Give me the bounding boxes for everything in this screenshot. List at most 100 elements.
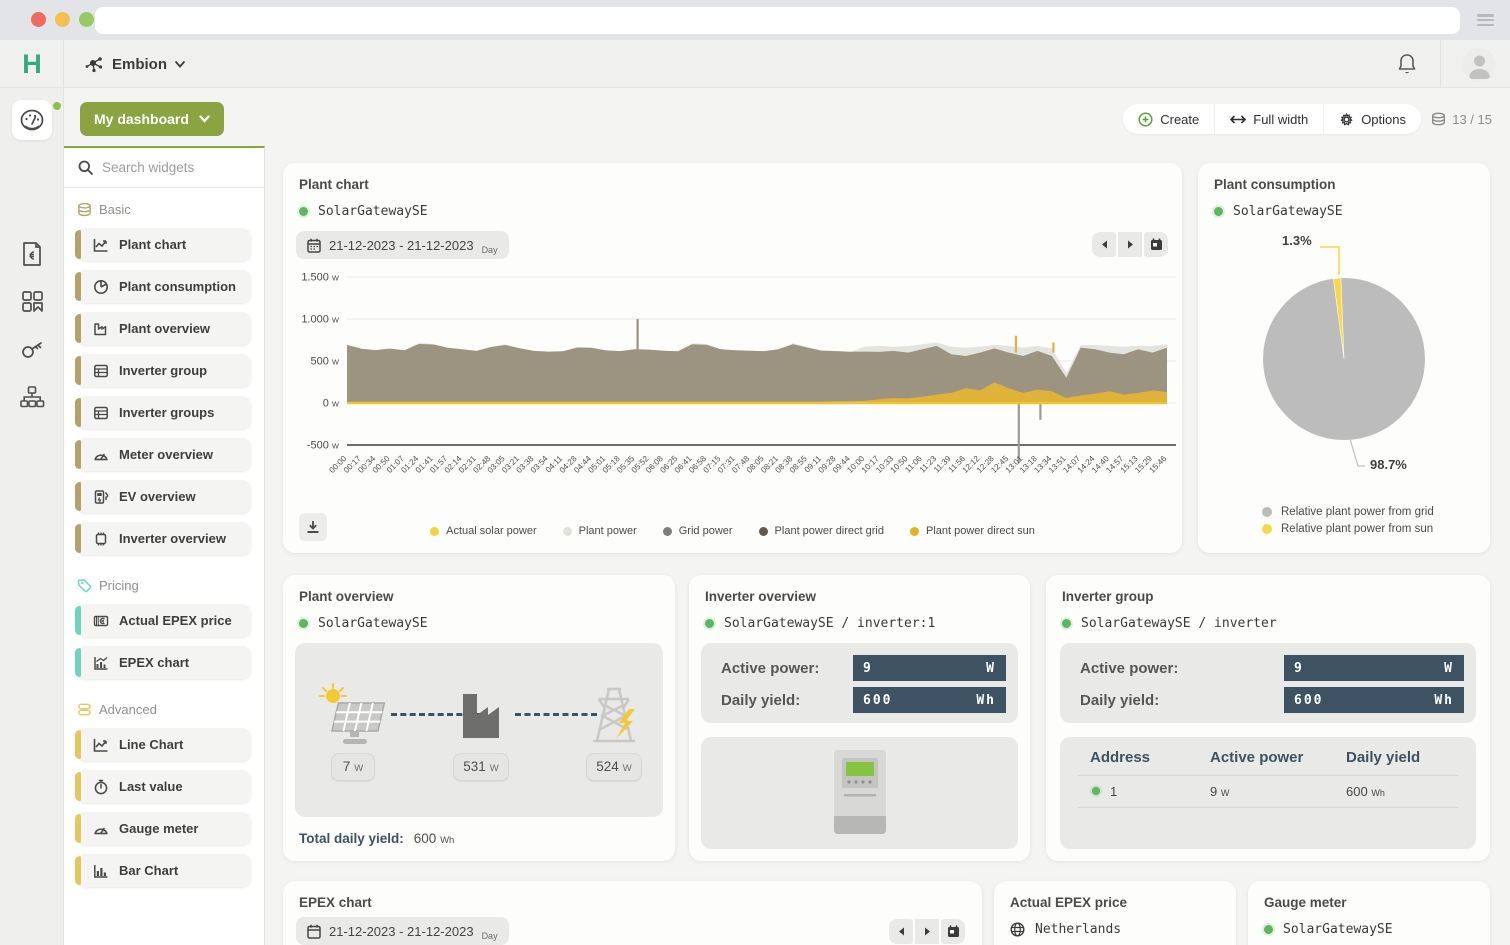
total-daily-yield-value: 600 Wh — [414, 831, 455, 846]
user-avatar[interactable] — [1463, 48, 1496, 81]
widget-card-inverter-groups[interactable]: Inverter groups — [77, 396, 251, 429]
window-zoom-button[interactable] — [79, 12, 94, 27]
widget-card-line-chart[interactable]: Line Chart — [77, 728, 251, 761]
window-minimize-button[interactable] — [55, 12, 70, 27]
widget-card-meter-overview[interactable]: Meter overview — [77, 438, 251, 471]
svg-text:15:46: 15:46 — [1148, 454, 1169, 475]
date-range-picker[interactable]: 21-12-2023 - 21-12-2023 Day — [296, 231, 509, 259]
nav-invoices[interactable] — [0, 240, 64, 268]
nav-dashboard-active[interactable] — [12, 100, 52, 140]
chart-pie-icon — [93, 279, 109, 295]
table-header-active-power: Active power — [1210, 749, 1303, 766]
download-chart-button[interactable] — [299, 513, 327, 541]
sitemap-icon — [18, 384, 46, 410]
options-button[interactable]: Options — [1324, 104, 1421, 134]
svg-text:-500 W: -500 W — [307, 440, 340, 452]
dashboard-selector-button[interactable]: My dashboard — [80, 102, 224, 136]
widget-card-inverter-overview[interactable]: Inverter overview — [77, 522, 251, 555]
nav-modules[interactable] — [0, 288, 64, 314]
pie-legend-item[interactable]: Relative plant power from grid — [1262, 506, 1434, 518]
card-accent — [75, 524, 81, 553]
arrow-right-icon — [924, 927, 931, 936]
table-icon — [93, 405, 109, 421]
legend-item[interactable]: Plant power — [563, 525, 637, 537]
widget-card-plant-chart[interactable]: Plant chart — [77, 228, 251, 261]
region-name: Netherlands — [1035, 922, 1121, 937]
granularity-label: Day — [482, 931, 498, 941]
widget-card-last-value[interactable]: Last value — [77, 770, 251, 803]
app-header: H Embion — [0, 40, 1510, 88]
globe-icon — [1010, 922, 1025, 937]
widget-card-label: Plant overview — [119, 321, 210, 336]
calendar-button[interactable] — [1144, 232, 1168, 257]
full-width-button[interactable]: Full width — [1215, 104, 1324, 134]
nav-access-keys[interactable] — [0, 336, 64, 363]
nav-hierarchy[interactable] — [0, 384, 64, 410]
consumption-pie-chart[interactable] — [1198, 229, 1490, 489]
widget-card-gauge-meter[interactable]: Gauge meter — [77, 812, 251, 845]
widget-card-ev-overview[interactable]: EV overview — [77, 480, 251, 513]
table-divider — [1078, 807, 1458, 808]
device-name: SolarGatewaySE / inverter — [1081, 616, 1277, 631]
card-accent — [75, 272, 81, 301]
daily-yield-value: 600Wh — [1284, 687, 1464, 713]
browser-menu-icon[interactable] — [1477, 14, 1494, 26]
calendar-button[interactable] — [941, 919, 965, 944]
pie-legend-item[interactable]: Relative plant power from sun — [1262, 523, 1433, 535]
widget-card-epex-chart[interactable]: EPEX chart — [77, 646, 251, 679]
pie-legend: Relative plant power from grid Relative p… — [1198, 506, 1490, 535]
window-close-button[interactable] — [31, 12, 46, 27]
widget-card-inverter-group[interactable]: Inverter group — [77, 354, 251, 387]
widget-card-label: Last value — [119, 779, 183, 794]
legend-item[interactable]: Grid power — [663, 525, 733, 537]
chart-line-icon — [93, 237, 109, 253]
app-logo[interactable]: H — [0, 40, 64, 88]
person-icon — [1467, 52, 1492, 79]
notifications-bell-icon[interactable] — [1396, 52, 1418, 76]
table-divider — [1078, 775, 1458, 776]
next-period-button[interactable] — [915, 919, 939, 944]
row-status-dot — [1092, 787, 1100, 795]
widget-count-label: 13 / 15 — [1452, 112, 1492, 127]
group-values-panel: Active power: 9W Daily yield: 600Wh — [1060, 643, 1476, 723]
dashboard-gauge-icon — [19, 107, 45, 133]
gauge-icon — [93, 447, 109, 463]
plant-power-area-chart[interactable]: 1.500 W1.000 W500 W0 W-500 W00:0000:1700… — [291, 273, 1181, 505]
card-accent — [75, 772, 81, 801]
next-period-button[interactable] — [1118, 232, 1142, 257]
tag-icon — [77, 578, 92, 593]
svg-text:500 W: 500 W — [310, 356, 339, 368]
gauge-meter-widget: Gauge meter SolarGatewaySE — [1248, 881, 1490, 945]
widget-card-bar-chart[interactable]: Bar Chart — [77, 854, 251, 887]
browser-chrome — [0, 0, 1510, 40]
key-icon — [19, 336, 46, 363]
organization-selector[interactable]: Embion — [84, 40, 185, 88]
device-name: SolarGatewaySE — [1233, 204, 1343, 219]
chip-icon — [93, 531, 109, 547]
widget-card-plant-consumption[interactable]: Plant consumption — [77, 270, 251, 303]
section-header-advanced: Advanced — [64, 688, 264, 719]
device-name: SolarGatewaySE — [318, 204, 428, 219]
prev-period-button[interactable] — [889, 919, 913, 944]
prev-period-button[interactable] — [1092, 232, 1116, 257]
full-width-label: Full width — [1253, 112, 1308, 127]
gauge-icon — [93, 821, 109, 837]
widget-title: EPEX chart — [299, 895, 372, 910]
legend-item[interactable]: Actual solar power — [430, 525, 537, 537]
nav-active-indicator-dot — [53, 102, 61, 110]
legend-label: Grid power — [679, 525, 733, 537]
legend-item[interactable]: Plant power direct sun — [910, 525, 1035, 537]
widget-search-input[interactable] — [102, 160, 242, 175]
chart-legend: Actual solar power Plant power Grid power P… — [283, 525, 1182, 537]
widget-sections: BasicPlant chartPlant consumptionPlant o… — [64, 188, 264, 887]
plant-power-value: 531W — [453, 753, 509, 781]
legend-item[interactable]: Plant power direct grid — [759, 525, 884, 537]
url-bar[interactable] — [95, 7, 1460, 34]
date-range-picker[interactable]: 21-12-2023 - 21-12-2023 Day — [296, 917, 509, 945]
widget-card-plant-overview[interactable]: Plant overview — [77, 312, 251, 345]
widget-card-label: Plant chart — [119, 237, 186, 252]
widget-card-actual-epex-price[interactable]: Actual EPEX price — [77, 604, 251, 637]
plant-consumption-widget: Plant consumption SolarGatewaySE 1.3% 98… — [1198, 163, 1490, 553]
left-nav-rail — [0, 88, 64, 945]
create-widget-button[interactable]: Create — [1123, 104, 1215, 134]
